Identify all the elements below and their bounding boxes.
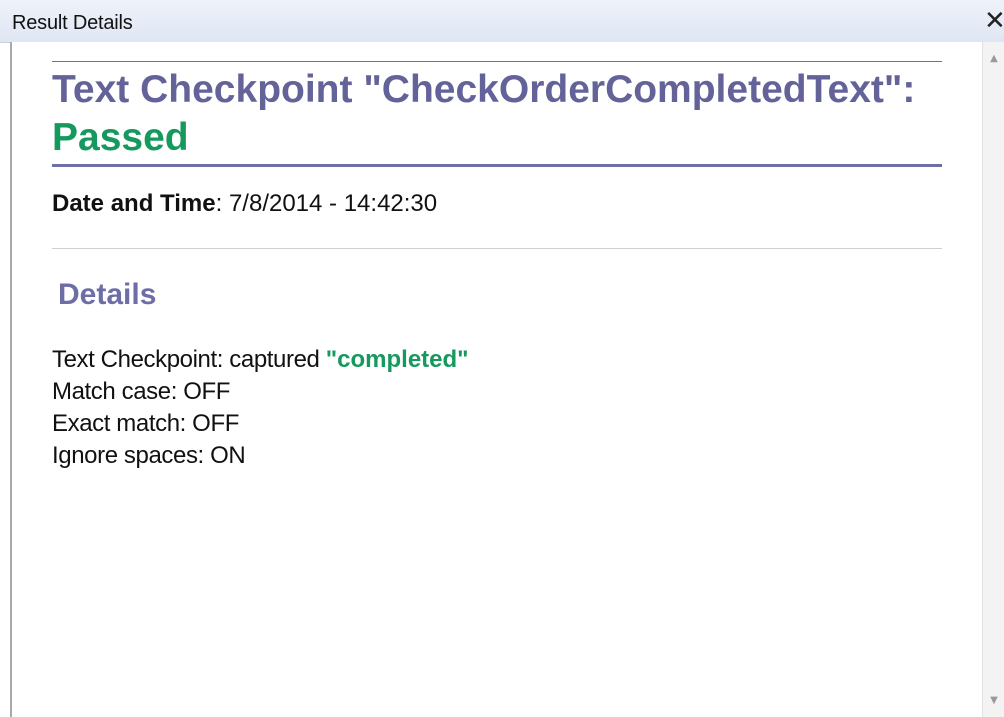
status-passed: Passed — [52, 116, 189, 159]
heading-bottom-rule — [52, 164, 942, 167]
date-time-value: 7/8/2014 - 14:42:30 — [228, 190, 438, 217]
title-bar: Result Details ✕ — [0, 0, 1004, 43]
captured-value: "completed" — [325, 346, 469, 373]
result-content: Text Checkpoint "CheckOrderCompletedText… — [12, 42, 982, 717]
vertical-scrollbar[interactable]: ▲ ▼ — [982, 42, 1004, 717]
scroll-up-arrow-icon[interactable]: ▲ — [983, 48, 1004, 70]
details-list: Text Checkpoint: captured "completed" Ma… — [52, 344, 469, 472]
details-heading: Details — [58, 278, 157, 311]
checkpoint-heading: Text Checkpoint "CheckOrderCompletedText… — [52, 66, 952, 162]
section-divider — [52, 248, 942, 249]
exact-match-line: Exact match: OFF — [52, 410, 239, 437]
date-time-separator: : — [215, 190, 229, 217]
date-time-row: Date and Time: 7/8/2014 - 14:42:30 — [52, 190, 437, 218]
window-title: Result Details — [12, 12, 133, 34]
result-details-window: Result Details ✕ Text Checkpoint "CheckO… — [0, 0, 1004, 717]
close-icon[interactable]: ✕ — [984, 6, 1004, 36]
checkpoint-title: Text Checkpoint "CheckOrderCompletedText… — [52, 68, 916, 111]
match-case-line: Match case: OFF — [52, 378, 231, 405]
date-time-label: Date and Time — [52, 190, 216, 217]
heading-top-rule — [52, 61, 942, 62]
ignore-spaces-line: Ignore spaces: ON — [52, 442, 246, 469]
scroll-down-arrow-icon[interactable]: ▼ — [983, 690, 1004, 712]
captured-line: Text Checkpoint: captured "completed" — [52, 344, 469, 376]
captured-label: Text Checkpoint: captured — [52, 346, 326, 373]
